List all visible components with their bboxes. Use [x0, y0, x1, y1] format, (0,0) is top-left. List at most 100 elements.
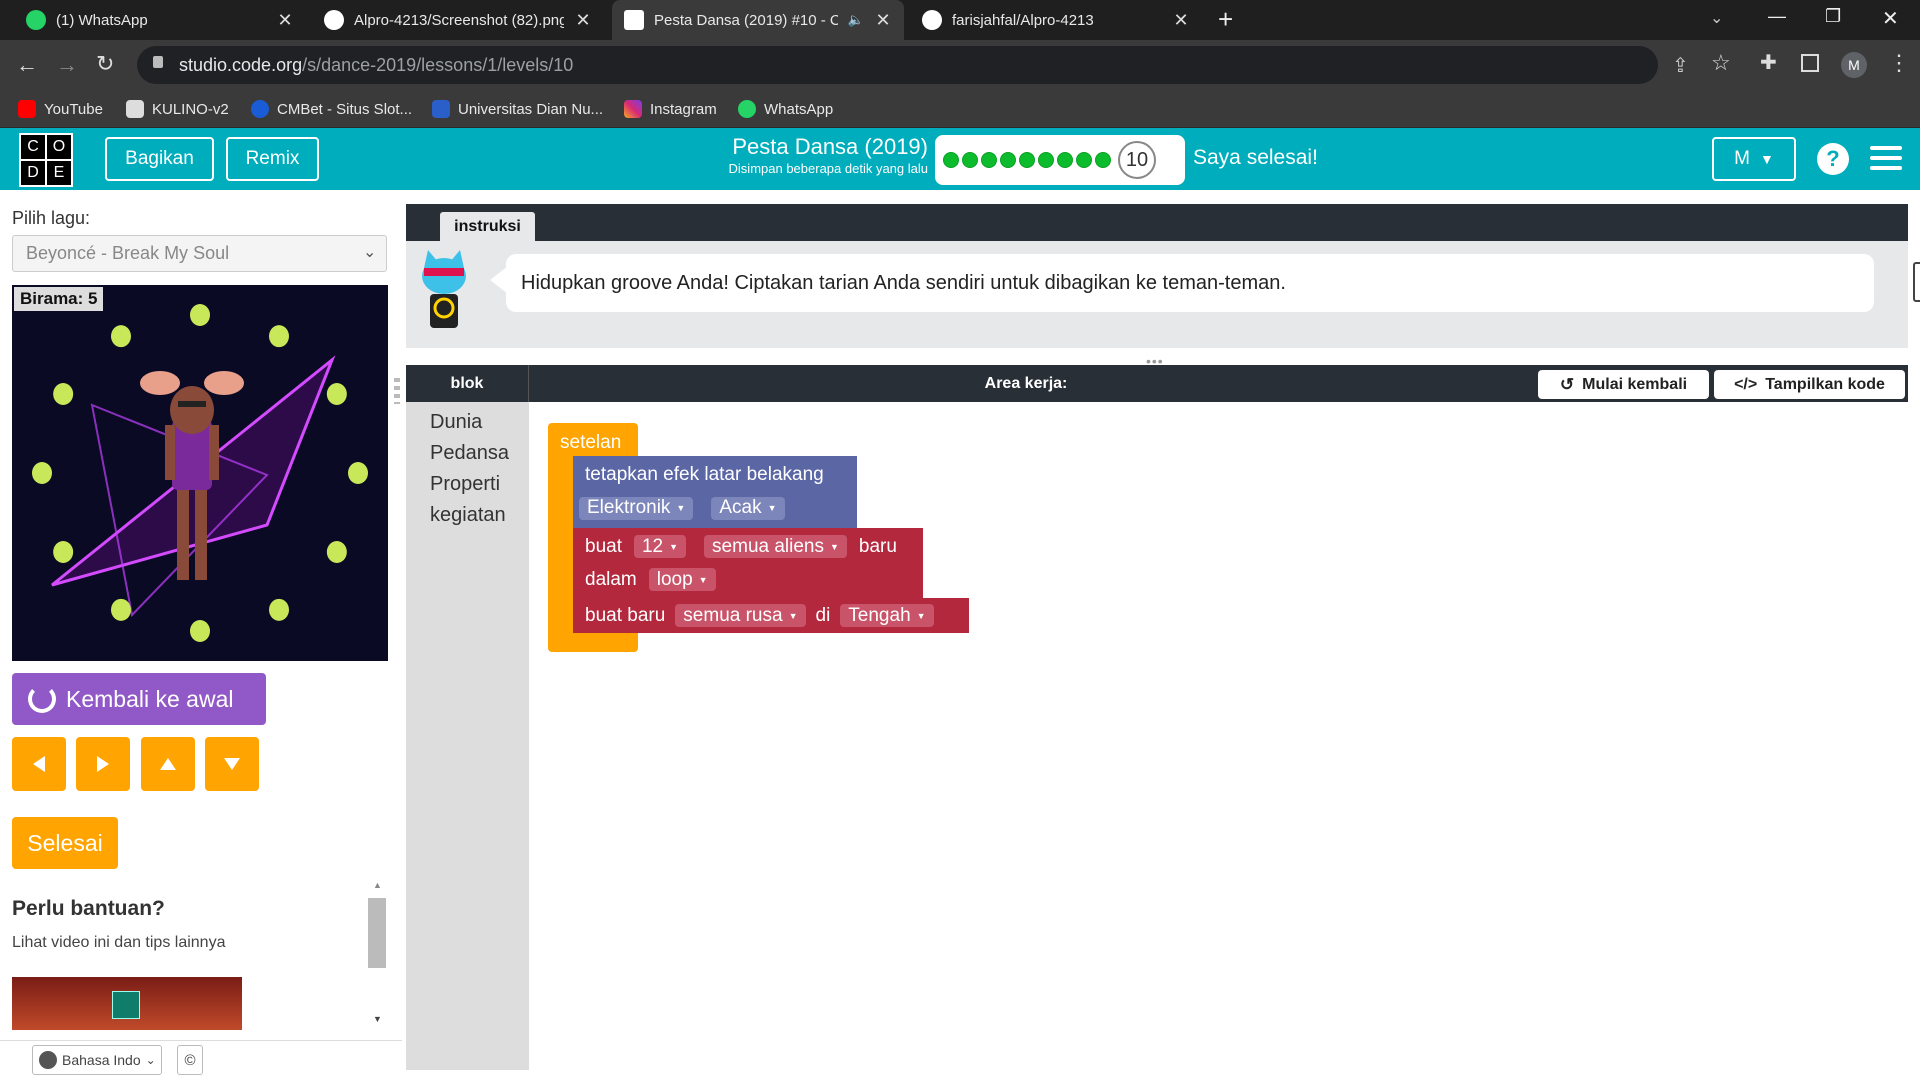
forward-icon[interactable]: →: [56, 52, 78, 78]
bookmark-whatsapp[interactable]: WhatsApp: [738, 90, 833, 128]
current-level-badge[interactable]: 10: [1118, 141, 1156, 179]
make-new-sprite-block[interactable]: buat baru semua rusa ▼ di Tengah ▼: [573, 598, 969, 633]
star-icon[interactable]: ☆: [1711, 50, 1731, 76]
level-dot-complete[interactable]: [1038, 152, 1054, 168]
alien-dancer: [269, 598, 289, 621]
level-dot-complete[interactable]: [1057, 152, 1073, 168]
browser-tab-repo[interactable]: farisjahfal/Alpro-4213 ✕: [910, 0, 1202, 40]
show-code-button[interactable]: </> Tampilkan kode: [1714, 370, 1905, 399]
text-to-speech-button[interactable]: [1913, 262, 1920, 302]
level-dot-complete[interactable]: [1019, 152, 1035, 168]
side-panel-icon[interactable]: [1801, 54, 1819, 72]
sprite-dropdown[interactable]: semua rusa ▼: [675, 604, 806, 627]
done-button[interactable]: Selesai: [12, 817, 118, 869]
window-close-icon[interactable]: ✕: [1882, 6, 1899, 31]
make-group-block[interactable]: buat 12 ▼ semua aliens ▼ baru dalam loop ▼: [573, 528, 923, 598]
song-select[interactable]: Beyoncé - Break My Soul ⌄: [12, 235, 387, 272]
start-over-button[interactable]: ↺ Mulai kembali: [1538, 370, 1709, 399]
close-tab-icon[interactable]: ✕: [1172, 10, 1190, 31]
bookmark-universitas[interactable]: Universitas Dian Nu...: [432, 90, 603, 128]
profile-avatar[interactable]: M: [1841, 52, 1867, 78]
restore-icon[interactable]: ❐: [1825, 6, 1841, 27]
tab-title: (1) WhatsApp: [56, 11, 148, 29]
level-dot-complete[interactable]: [943, 152, 959, 168]
browser-tab-screenshot[interactable]: Alpro-4213/Screenshot (82).png ✕: [312, 0, 604, 40]
bookmark-instagram[interactable]: Instagram: [624, 90, 717, 128]
whatsapp-icon: [738, 100, 756, 118]
language-select[interactable]: Bahasa Indo ⌄: [32, 1045, 162, 1075]
scroll-down-icon[interactable]: ▼: [373, 1014, 382, 1024]
finish-link[interactable]: Saya selesai!: [1193, 146, 1318, 170]
tab-search-chevron-icon[interactable]: ⌄: [1710, 8, 1723, 28]
count-dropdown[interactable]: 12 ▼: [633, 535, 687, 558]
new-tab-icon[interactable]: +: [1218, 4, 1233, 35]
copyright-button[interactable]: ©: [177, 1045, 203, 1075]
reload-icon[interactable]: ↻: [96, 51, 114, 77]
code-brackets-icon: </>: [1734, 375, 1758, 393]
hamburger-menu-icon[interactable]: [1870, 146, 1902, 170]
kebab-menu-icon[interactable]: ⋮: [1888, 50, 1910, 76]
help-scrollbar[interactable]: ▲ ▼: [368, 880, 388, 1028]
browser-tab-dance-active[interactable]: Pesta Dansa (2019) #10 - Co 🔈 ✕: [612, 0, 904, 40]
category-properti[interactable]: Properti: [430, 473, 500, 496]
extensions-icon[interactable]: ✚: [1760, 50, 1777, 75]
level-dot-complete[interactable]: [1095, 152, 1111, 168]
down-arrow-button[interactable]: [205, 737, 259, 791]
level-dot-complete[interactable]: [981, 152, 997, 168]
bookmark-kulino[interactable]: KULINO-v2: [126, 90, 229, 128]
at-label: di: [815, 604, 831, 626]
song-label: Pilih lagu:: [12, 208, 91, 228]
up-arrow-button[interactable]: [141, 737, 195, 791]
close-tab-icon[interactable]: ✕: [574, 10, 592, 31]
scroll-up-icon[interactable]: ▲: [373, 880, 382, 890]
undo-icon: ↺: [1559, 374, 1575, 394]
background-effect-block[interactable]: tetapkan efek latar belakang Elektronik ▼…: [573, 456, 857, 528]
effect-dropdown[interactable]: Elektronik ▼: [579, 496, 694, 520]
layout-value: loop: [656, 568, 693, 590]
close-tab-icon[interactable]: ✕: [874, 10, 892, 31]
effect-value: Elektronik: [587, 497, 671, 519]
dropdown-arrow-icon: ▼: [830, 541, 839, 552]
level-dot-complete[interactable]: [962, 152, 978, 168]
group-dropdown[interactable]: semua aliens ▼: [704, 535, 847, 558]
category-dunia[interactable]: Dunia: [430, 411, 482, 434]
back-icon[interactable]: ←: [16, 52, 38, 78]
level-dot-complete[interactable]: [1076, 152, 1092, 168]
minimize-icon[interactable]: —: [1768, 6, 1786, 27]
logo-letter: C: [21, 135, 45, 159]
user-menu-button[interactable]: M ▼: [1712, 137, 1796, 181]
category-kegiatan[interactable]: kegiatan: [430, 504, 506, 527]
address-bar[interactable]: studio.code.org/s/dance-2019/lessons/1/l…: [137, 46, 1689, 84]
code-org-icon: [624, 10, 644, 30]
level-dot-complete[interactable]: [1000, 152, 1016, 168]
help-video-thumbnail[interactable]: [12, 977, 242, 1030]
language-value: Bahasa Indo: [62, 1052, 141, 1068]
panel-resize-handle[interactable]: [394, 378, 400, 404]
location-dropdown[interactable]: Tengah ▼: [840, 604, 934, 627]
bookmark-youtube[interactable]: YouTube: [18, 90, 103, 128]
bookmark-cmbet[interactable]: CMBet - Situs Slot...: [251, 90, 412, 128]
user-initial: M: [1734, 148, 1750, 169]
palette-dropdown[interactable]: Acak ▼: [711, 496, 785, 520]
chevron-down-icon: ⌄: [363, 244, 377, 261]
layout-dropdown[interactable]: loop ▼: [648, 568, 716, 591]
dance-stage: Birama: 5: [12, 285, 388, 661]
help-icon[interactable]: ?: [1817, 143, 1849, 175]
category-pedansa[interactable]: Pedansa: [430, 442, 509, 465]
reset-button[interactable]: Kembali ke awal: [12, 673, 266, 725]
browser-tab-whatsapp[interactable]: (1) WhatsApp ✕: [14, 0, 306, 40]
left-arrow-button[interactable]: [12, 737, 66, 791]
tab-instructions[interactable]: instruksi: [440, 212, 535, 241]
share-button[interactable]: Bagikan: [105, 137, 214, 181]
alien-dancer: [190, 304, 210, 326]
right-arrow-button[interactable]: [76, 737, 130, 791]
remix-button[interactable]: Remix: [226, 137, 319, 181]
scroll-thumb[interactable]: [368, 898, 386, 968]
help-text: Lihat video ini dan tips lainnya: [12, 934, 226, 951]
speaker-icon[interactable]: 🔈: [848, 12, 864, 28]
globe-icon: [39, 1051, 57, 1069]
close-tab-icon[interactable]: ✕: [276, 10, 294, 31]
show-code-label: Tampilkan kode: [1765, 375, 1885, 393]
share-icon[interactable]: ⇪: [1672, 53, 1689, 78]
code-logo[interactable]: C O D E: [19, 133, 73, 187]
